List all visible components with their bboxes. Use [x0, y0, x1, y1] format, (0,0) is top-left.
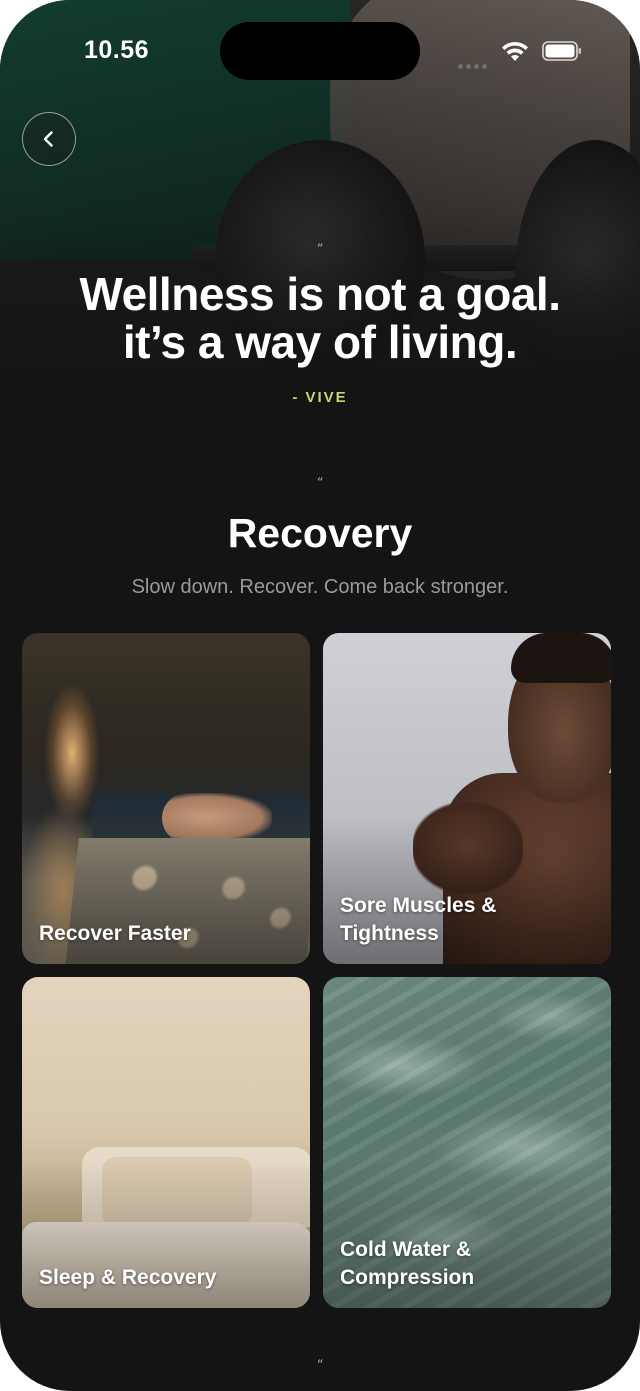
quote-author: - VIVE	[292, 389, 348, 406]
card-recover-faster[interactable]: Recover Faster	[22, 633, 310, 964]
status-time: 10.56	[84, 36, 150, 64]
cellular-signal-icon	[458, 56, 492, 69]
chevron-left-icon	[43, 131, 53, 147]
card-label: Sore Muscles & Tightness	[340, 894, 497, 945]
card-overlay	[22, 633, 310, 964]
dynamic-island	[220, 22, 420, 80]
footer-quote-mark: “	[316, 1358, 324, 1373]
hero-quote-mark: “	[316, 242, 324, 257]
card-label: Recover Faster	[39, 922, 191, 945]
card-cold-water[interactable]: Cold Water & Compression	[323, 977, 611, 1308]
back-button[interactable]	[22, 112, 76, 166]
wifi-icon	[502, 41, 528, 61]
card-label: Sleep & Recovery	[39, 1266, 217, 1289]
card-overlay	[22, 977, 310, 1308]
section-title: Recovery	[227, 510, 413, 556]
hero-quote-line-2: it’s a way of living.	[122, 316, 518, 368]
hero-quote: Wellness is not a goal. it’s a way of li…	[20, 270, 620, 366]
card-sore-muscles[interactable]: Sore Muscles & Tightness	[323, 633, 611, 964]
card-label: Cold Water & Compression	[340, 1238, 475, 1289]
hero-quote-line-1: Wellness is not a goal.	[79, 268, 561, 320]
battery-icon	[542, 41, 581, 61]
section-subtitle: Slow down. Recover. Come back stronger.	[131, 576, 509, 598]
section-quote-mark: “	[316, 476, 324, 491]
phone-screen: 10.56 “ Wellness is not a goal. it’s a w…	[0, 0, 640, 1391]
card-sleep-recovery[interactable]: Sleep & Recovery	[22, 977, 310, 1308]
